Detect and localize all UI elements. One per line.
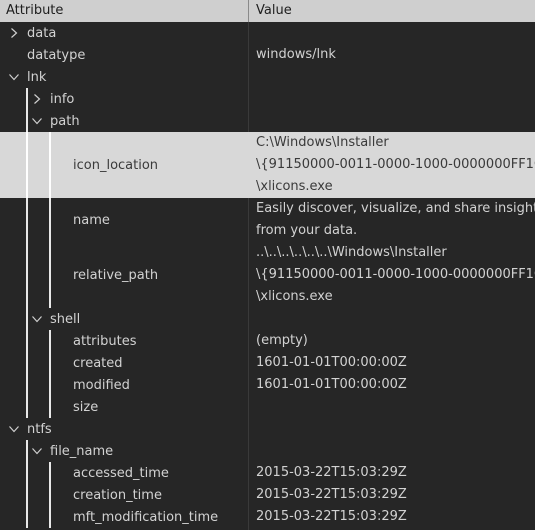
chevron-right-icon[interactable] — [8, 27, 20, 39]
attribute-label: shell — [50, 311, 81, 327]
tree-guide-line — [49, 242, 51, 308]
tree-row-ntfs[interactable]: ntfs — [0, 418, 535, 440]
tree-guide-line — [26, 440, 28, 462]
attribute-label: mft_modification_time — [73, 509, 219, 525]
tree-guide-line — [49, 462, 51, 484]
attribute-label: attributes — [73, 333, 137, 349]
tree-guide-line — [26, 88, 28, 110]
tree-row-accessed-time[interactable]: accessed_time 2015-03-22T15:03:29Z — [0, 462, 535, 484]
tree-guide-line — [26, 110, 28, 132]
attribute-value-text: 2015-03-22T15:03:29Z — [256, 487, 407, 502]
tree-guide-line — [26, 506, 28, 528]
attribute-value: 2015-03-22T15:03:29Z — [256, 462, 535, 484]
tree-row-info[interactable]: info — [0, 88, 535, 110]
attribute-value: 2015-03-22T15:03:29Z — [256, 484, 535, 506]
chevron-down-icon[interactable] — [31, 313, 43, 325]
tree-guide-line — [49, 352, 51, 374]
tree-row-data[interactable]: data — [0, 22, 535, 44]
tree-row-modified[interactable]: modified 1601-01-01T00:00:00Z — [0, 374, 535, 396]
attribute-value — [256, 66, 535, 88]
tree-guide-line — [26, 308, 28, 330]
tree-guide-line — [49, 198, 51, 242]
attribute-value — [256, 22, 535, 44]
tree-row-size[interactable]: size — [0, 396, 535, 418]
tree-row-file-name[interactable]: file_name — [0, 440, 535, 462]
table-header: Attribute Value — [0, 0, 535, 22]
attribute-value: 1601-01-01T00:00:00Z — [256, 374, 535, 396]
attribute-value — [256, 88, 535, 110]
tree-guide-line — [26, 396, 28, 418]
attribute-value: windows/lnk — [256, 44, 535, 66]
attribute-value: ..\..\..\..\..\..\Windows\Installer \{91… — [256, 242, 535, 308]
tree-guide-line — [49, 484, 51, 506]
tree-guide-line — [26, 198, 28, 242]
value-column-header[interactable]: Value — [249, 0, 535, 22]
attribute-label: info — [50, 91, 75, 107]
attribute-value — [256, 396, 535, 418]
tree-guide-line — [26, 462, 28, 484]
attribute-label: accessed_time — [73, 465, 169, 481]
attribute-value-text: C:\Windows\Installer \{91150000-0011-000… — [256, 135, 535, 194]
attribute-value: 1601-01-01T00:00:00Z — [256, 352, 535, 374]
tree-guide-line — [49, 374, 51, 396]
attribute-label: modified — [73, 377, 130, 393]
attribute-label: data — [27, 25, 57, 41]
tree-row-shell[interactable]: shell — [0, 308, 535, 330]
attribute-column-header[interactable]: Attribute — [0, 0, 249, 22]
attribute-label: relative_path — [73, 267, 159, 283]
attribute-value-text: (empty) — [256, 333, 308, 348]
chevron-down-icon[interactable] — [8, 423, 20, 435]
tree-row-attributes[interactable]: attributes (empty) — [0, 330, 535, 352]
tree-row-path[interactable]: path — [0, 110, 535, 132]
tree-guide-line — [49, 506, 51, 528]
attribute-value: C:\Windows\Installer \{91150000-0011-000… — [256, 132, 535, 198]
attribute-value-text: 1601-01-01T00:00:00Z — [256, 355, 407, 370]
attribute-label: name — [73, 212, 110, 228]
chevron-right-icon[interactable] — [31, 93, 43, 105]
attribute-label: file_name — [50, 443, 114, 459]
tree-guide-line — [26, 242, 28, 308]
attribute-label: datatype — [27, 47, 86, 63]
tree-row-mft-modification-time[interactable]: mft_modification_time 2015-03-22T15:03:29… — [0, 506, 535, 528]
attribute-value: Easily discover, visualize, and share in… — [256, 198, 535, 242]
tree-row-icon-location[interactable]: icon_location C:\Windows\Installer \{9115… — [0, 132, 535, 198]
attribute-tree-table: Attribute Value data datatype windows/lnk l… — [0, 0, 535, 530]
chevron-down-icon[interactable] — [8, 71, 20, 83]
tree-guide-line — [26, 484, 28, 506]
tree-row-creation-time[interactable]: creation_time 2015-03-22T15:03:29Z — [0, 484, 535, 506]
tree-guide-line — [49, 396, 51, 418]
attribute-value-text: windows/lnk — [256, 47, 336, 62]
tree-row-lnk[interactable]: lnk — [0, 66, 535, 88]
attribute-value: (empty) — [256, 330, 535, 352]
attribute-label: icon_location — [73, 157, 159, 173]
attribute-label: lnk — [27, 69, 47, 85]
attribute-label: creation_time — [73, 487, 162, 503]
attribute-value: 2015-03-22T15:03:29Z — [256, 506, 535, 528]
attribute-label: created — [73, 355, 123, 371]
tree-guide-line — [26, 132, 28, 198]
tree-row-name[interactable]: name Easily discover, visualize, and shar… — [0, 198, 535, 242]
tree-row-datatype[interactable]: datatype windows/lnk — [0, 44, 535, 66]
tree-guide-line — [26, 330, 28, 352]
tree-guide-line — [49, 330, 51, 352]
attribute-label: path — [50, 113, 80, 129]
tree-row-created[interactable]: created 1601-01-01T00:00:00Z — [0, 352, 535, 374]
attribute-value — [256, 308, 535, 330]
tree-row-relative-path[interactable]: relative_path ..\..\..\..\..\..\Windows\I… — [0, 242, 535, 308]
tree-guide-line — [26, 374, 28, 396]
chevron-down-icon[interactable] — [31, 445, 43, 457]
tree-guide-line — [26, 352, 28, 374]
attribute-value — [256, 110, 535, 132]
attribute-value-text: 2015-03-22T15:03:29Z — [256, 465, 407, 480]
chevron-down-icon[interactable] — [31, 115, 43, 127]
attribute-label: ntfs — [27, 421, 52, 437]
attribute-value-text: 1601-01-01T00:00:00Z — [256, 377, 407, 392]
attribute-value — [256, 440, 535, 462]
attribute-value-text: ..\..\..\..\..\..\Windows\Installer \{91… — [256, 245, 535, 304]
attribute-value-text: 2015-03-22T15:03:29Z — [256, 509, 407, 524]
attribute-value — [256, 418, 535, 440]
attribute-value-text: Easily discover, visualize, and share in… — [256, 201, 535, 238]
tree-guide-line — [49, 132, 51, 198]
attribute-label: size — [73, 399, 99, 415]
